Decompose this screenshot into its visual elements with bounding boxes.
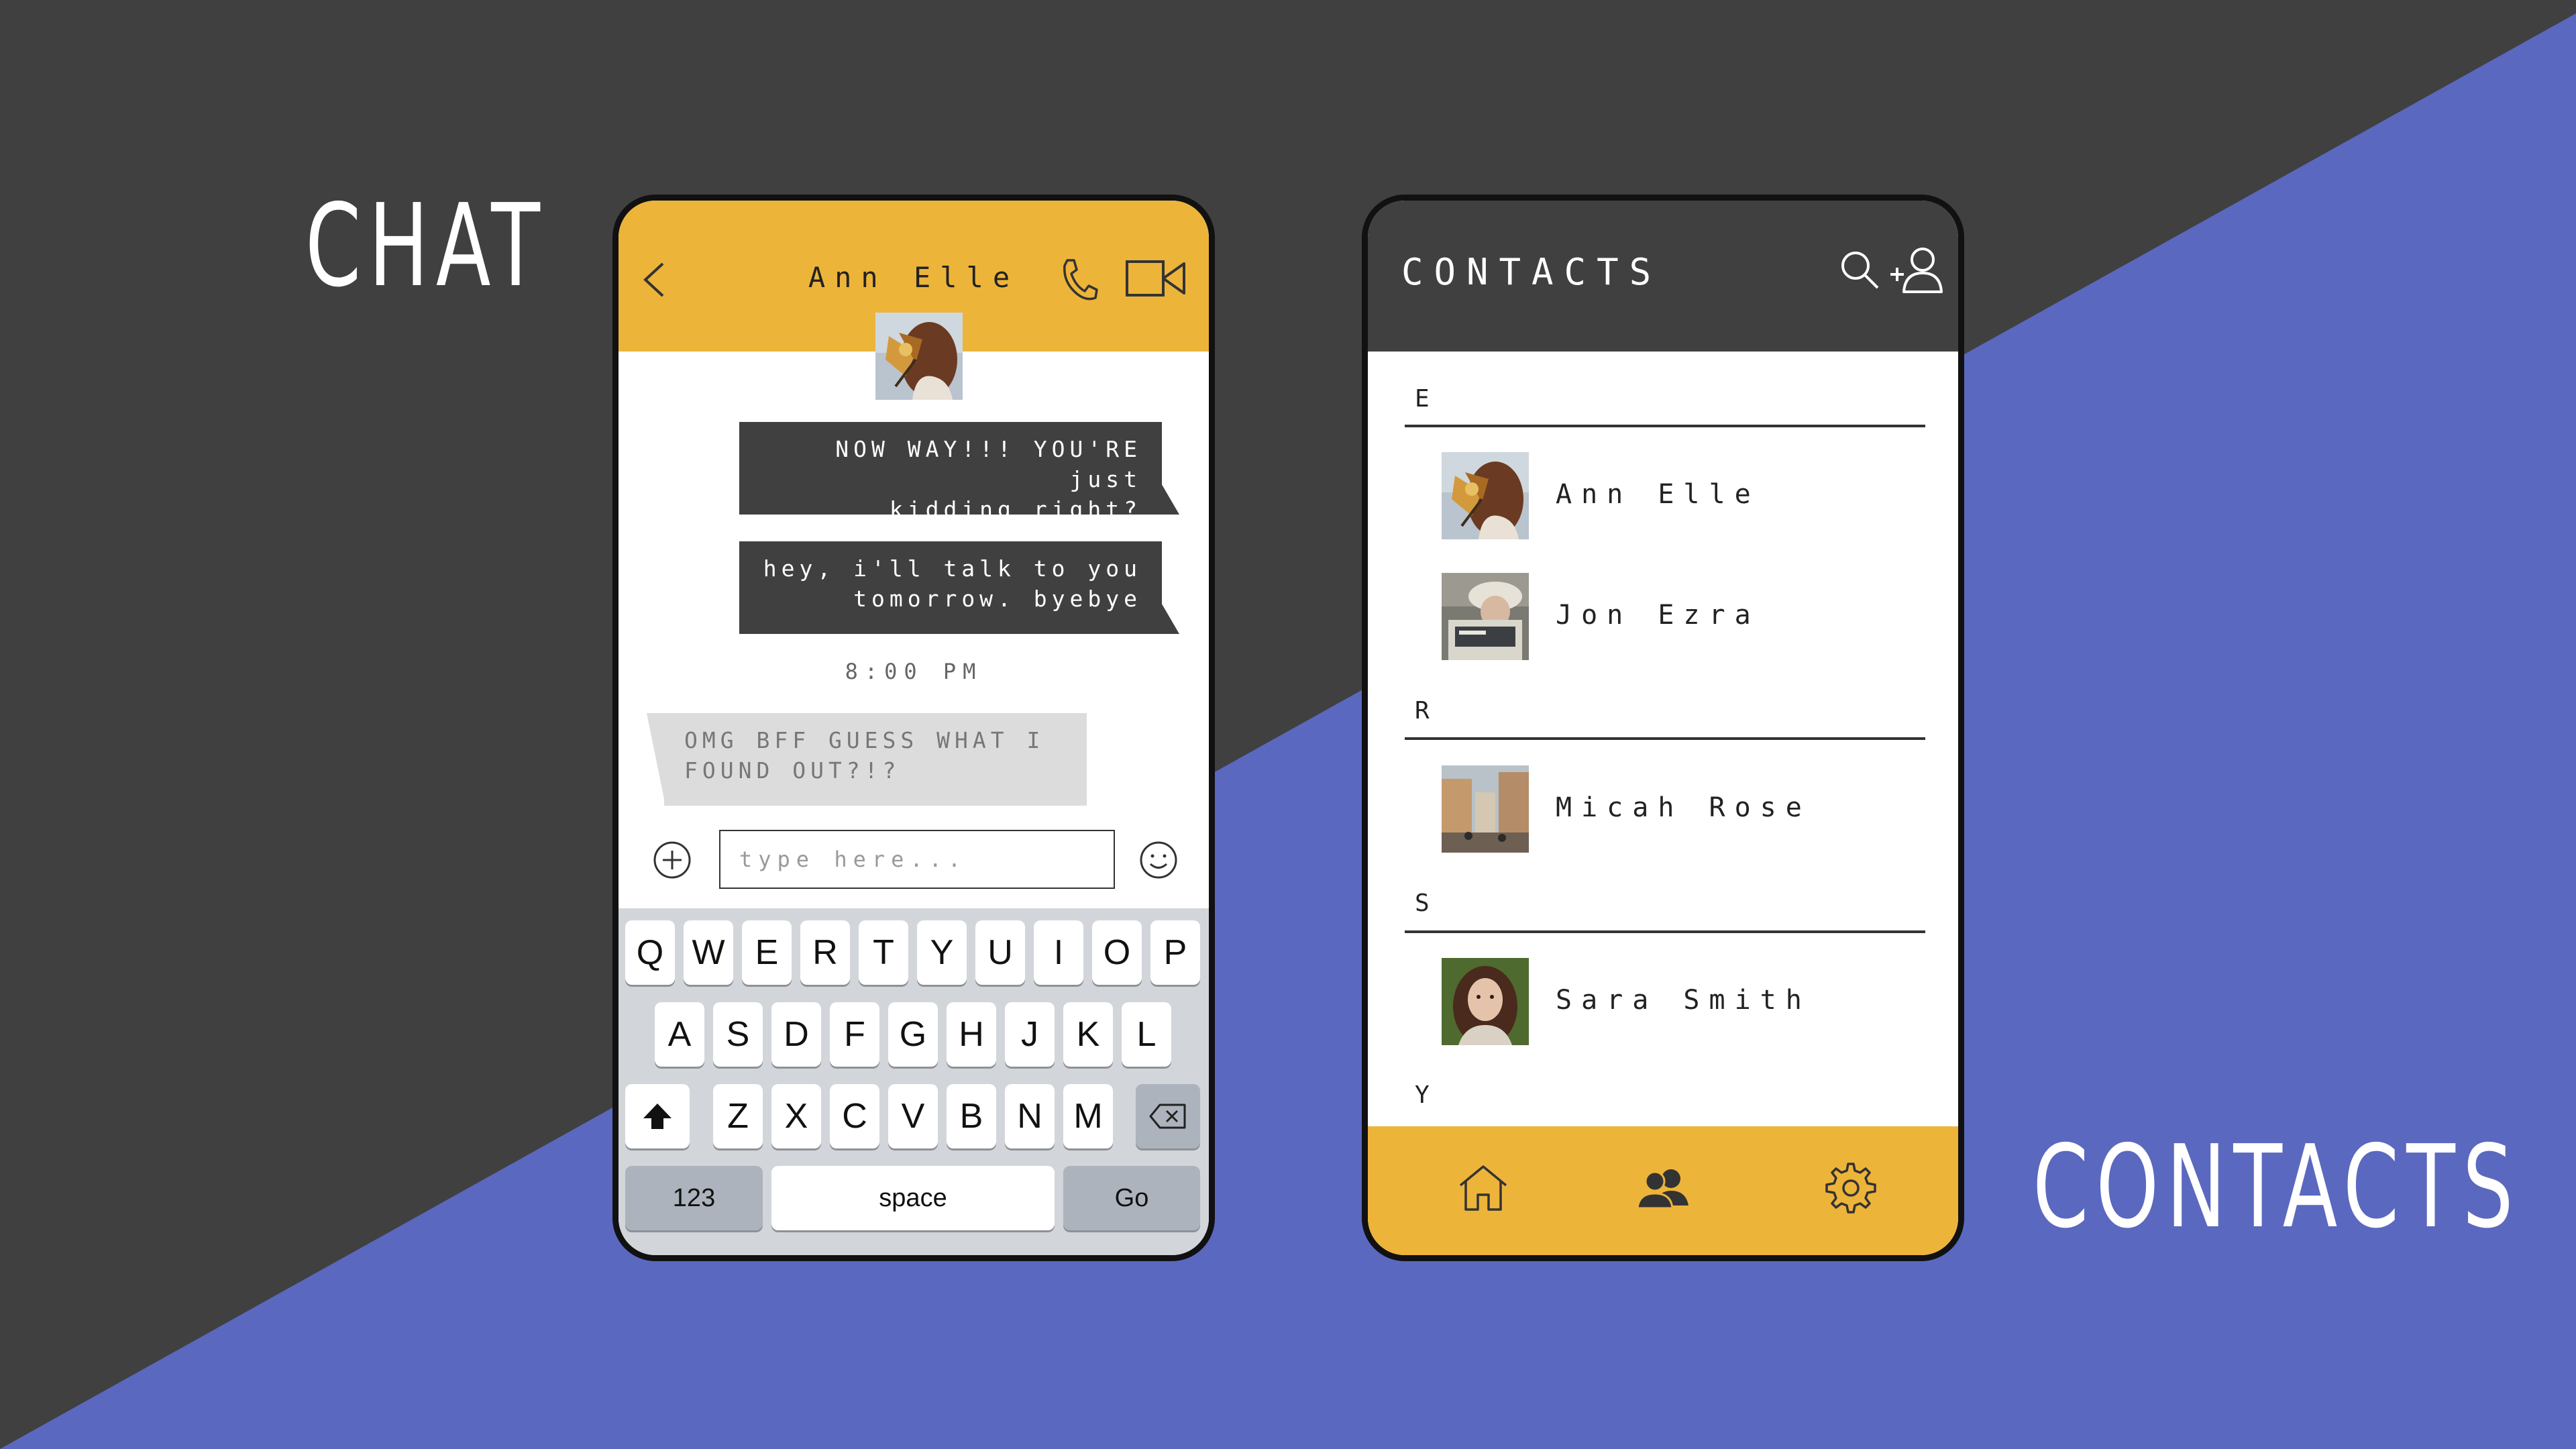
contacts-section-label: CONTACTS bbox=[2033, 1121, 2521, 1254]
key[interactable]: V bbox=[888, 1084, 938, 1148]
key[interactable]: W bbox=[684, 920, 733, 985]
settings-icon[interactable] bbox=[1824, 1161, 1878, 1215]
numbers-key[interactable]: 123 bbox=[625, 1166, 763, 1230]
message-line: NOW WAY!!! YOU'RE just bbox=[835, 436, 1142, 492]
contact-row[interactable]: Jon Ezra bbox=[1368, 573, 1958, 667]
shift-key[interactable] bbox=[625, 1084, 690, 1148]
key[interactable]: M bbox=[1063, 1084, 1113, 1148]
message-line: hey, i'll talk to you bbox=[763, 555, 1142, 582]
key[interactable]: J bbox=[1005, 1002, 1055, 1067]
backspace-icon bbox=[1149, 1104, 1186, 1129]
contact-name: Micah Rose bbox=[1556, 792, 1811, 823]
bubble-tail bbox=[647, 713, 665, 806]
key[interactable]: X bbox=[771, 1084, 821, 1148]
chat-phone: Ann Elle NOW WAY!!! YOU'RE just kidding … bbox=[612, 195, 1215, 1261]
key[interactable]: E bbox=[742, 920, 792, 985]
section-divider bbox=[1405, 425, 1925, 427]
key[interactable]: C bbox=[830, 1084, 879, 1148]
bubble-tail bbox=[1161, 602, 1179, 634]
key[interactable]: A bbox=[655, 1002, 704, 1067]
message-bubble-outgoing: hey, i'll talk to you tomorrow. byebye bbox=[739, 541, 1162, 634]
key[interactable]: L bbox=[1122, 1002, 1171, 1067]
chat-section-label: CHAT bbox=[305, 180, 547, 313]
key[interactable]: K bbox=[1063, 1002, 1113, 1067]
contacts-phone: CONTACTS E Ann Elle Jon Ezra R Micah Ros… bbox=[1362, 195, 1964, 1261]
key[interactable]: S bbox=[713, 1002, 763, 1067]
key[interactable]: I bbox=[1034, 920, 1083, 985]
video-icon[interactable] bbox=[1125, 260, 1187, 297]
key[interactable]: G bbox=[888, 1002, 938, 1067]
section-letter: R bbox=[1415, 697, 1430, 724]
key[interactable]: R bbox=[800, 920, 850, 985]
add-user-icon[interactable] bbox=[1888, 245, 1945, 293]
section-divider bbox=[1405, 737, 1925, 740]
chat-contact-name: Ann Elle bbox=[808, 261, 1020, 294]
message-timestamp: 8:00 PM bbox=[845, 659, 983, 684]
backspace-key[interactable] bbox=[1136, 1084, 1200, 1148]
key[interactable]: O bbox=[1092, 920, 1142, 985]
key[interactable]: F bbox=[830, 1002, 879, 1067]
message-bubble-incoming: OMG BFF GUESS WHAT I FOUND OUT?!? bbox=[664, 713, 1087, 806]
avatar bbox=[1442, 958, 1529, 1045]
bubble-tail bbox=[1161, 482, 1179, 515]
key[interactable]: T bbox=[859, 920, 908, 985]
contacts-title: CONTACTS bbox=[1401, 251, 1662, 293]
message-input[interactable] bbox=[719, 830, 1115, 889]
emoji-icon[interactable] bbox=[1138, 840, 1179, 880]
key[interactable]: B bbox=[947, 1084, 996, 1148]
chat-contact-avatar bbox=[875, 313, 963, 400]
phone-icon[interactable] bbox=[1058, 256, 1098, 303]
avatar bbox=[1442, 452, 1529, 539]
add-attachment-icon[interactable] bbox=[652, 840, 692, 880]
key[interactable]: U bbox=[975, 920, 1025, 985]
section-letter: S bbox=[1415, 890, 1430, 917]
home-icon[interactable] bbox=[1456, 1161, 1510, 1215]
bottom-nav bbox=[1368, 1126, 1958, 1255]
contact-name: Ann Elle bbox=[1556, 479, 1760, 510]
go-key[interactable]: Go bbox=[1063, 1166, 1200, 1230]
message-line: OMG BFF GUESS WHAT I bbox=[684, 727, 1045, 753]
keyboard: Q W E R T Y U I O P A S D F G H J K L Z … bbox=[619, 908, 1209, 1255]
section-letter: Y bbox=[1415, 1081, 1430, 1109]
section-letter: E bbox=[1415, 385, 1430, 413]
message-line: FOUND OUT?!? bbox=[684, 757, 901, 784]
search-icon[interactable] bbox=[1837, 248, 1882, 292]
message-line: tomorrow. byebye bbox=[853, 586, 1142, 612]
contacts-icon[interactable] bbox=[1636, 1161, 1690, 1215]
contact-row[interactable]: Sara Smith bbox=[1368, 958, 1958, 1052]
message-line: kidding right? bbox=[889, 496, 1142, 523]
contact-name: Jon Ezra bbox=[1556, 600, 1760, 631]
shift-icon bbox=[643, 1104, 672, 1129]
key[interactable]: Q bbox=[625, 920, 675, 985]
key[interactable]: D bbox=[771, 1002, 821, 1067]
key[interactable]: N bbox=[1005, 1084, 1055, 1148]
key[interactable]: P bbox=[1150, 920, 1200, 985]
section-divider bbox=[1405, 930, 1925, 933]
space-key[interactable]: space bbox=[771, 1166, 1055, 1230]
key[interactable]: Y bbox=[917, 920, 967, 985]
avatar bbox=[1442, 765, 1529, 853]
contact-name: Sara Smith bbox=[1556, 985, 1811, 1016]
contact-row[interactable]: Micah Rose bbox=[1368, 765, 1958, 859]
contact-row[interactable]: Ann Elle bbox=[1368, 452, 1958, 546]
key[interactable]: H bbox=[947, 1002, 996, 1067]
key[interactable]: Z bbox=[713, 1084, 763, 1148]
contacts-header: CONTACTS bbox=[1368, 201, 1958, 352]
message-bubble-outgoing: NOW WAY!!! YOU'RE just kidding right? bbox=[739, 422, 1162, 523]
avatar bbox=[1442, 573, 1529, 660]
